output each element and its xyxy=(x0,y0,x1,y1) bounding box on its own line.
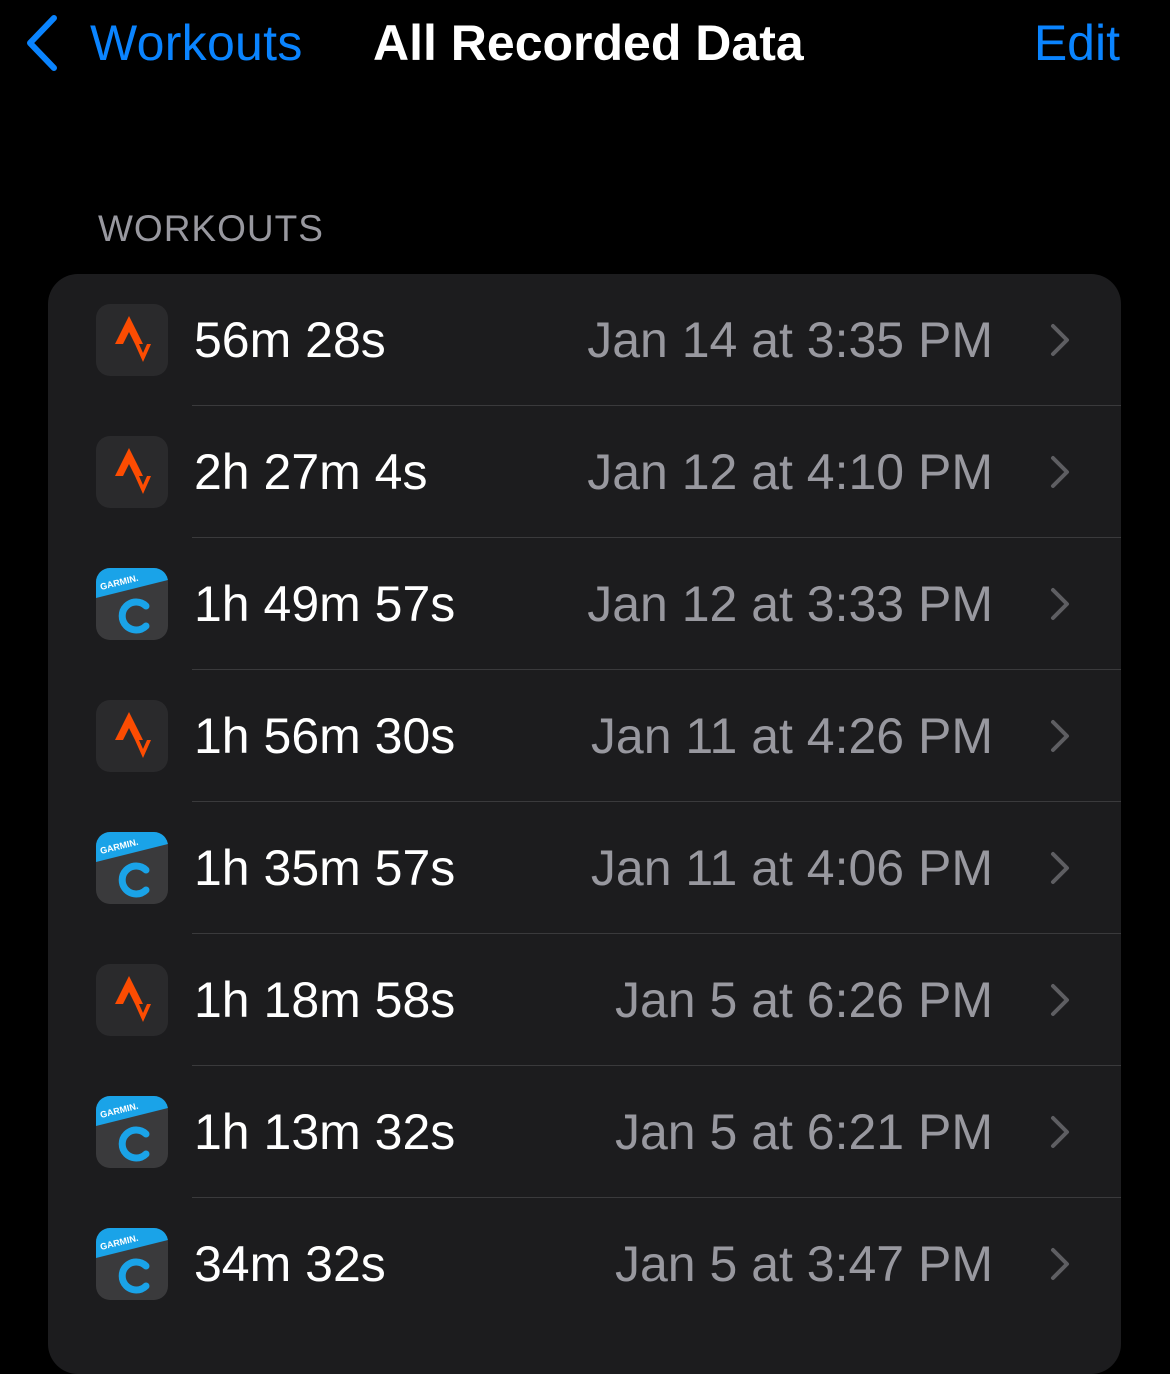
back-button[interactable]: Workouts xyxy=(24,10,303,76)
workout-duration: 2h 27m 4s xyxy=(194,444,428,500)
workout-date: Jan 5 at 6:21 PM xyxy=(614,1104,993,1160)
back-button-label: Workouts xyxy=(90,15,303,71)
workout-date: Jan 12 at 4:10 PM xyxy=(587,444,993,500)
garmin-connect-icon: GARMIN. xyxy=(96,568,168,640)
chevron-left-icon xyxy=(24,14,60,72)
workout-duration: 1h 56m 30s xyxy=(194,708,456,764)
workout-date: Jan 5 at 6:26 PM xyxy=(614,972,993,1028)
strava-icon xyxy=(96,436,168,508)
strava-icon xyxy=(96,964,168,1036)
workout-row[interactable]: GARMIN. 34m 32s Jan 5 at 3:47 PM xyxy=(48,1198,1121,1330)
strava-icon xyxy=(96,304,168,376)
workout-row[interactable]: GARMIN. 1h 13m 32s Jan 5 at 6:21 PM xyxy=(48,1066,1121,1198)
navigation-bar: Workouts All Recorded Data Edit xyxy=(0,0,1170,90)
workout-duration: 56m 28s xyxy=(194,312,386,368)
garmin-connect-icon: GARMIN. xyxy=(96,1228,168,1300)
section-header: WORKOUTS xyxy=(98,208,324,249)
workout-duration: 1h 18m 58s xyxy=(194,972,456,1028)
workout-duration: 1h 13m 32s xyxy=(194,1104,456,1160)
strava-icon xyxy=(96,700,168,772)
workout-row[interactable]: 56m 28s Jan 14 at 3:35 PM xyxy=(48,274,1121,406)
chevron-right-icon xyxy=(1049,586,1073,622)
chevron-right-icon xyxy=(1049,1246,1073,1282)
chevron-right-icon xyxy=(1049,850,1073,886)
workout-date: Jan 14 at 3:35 PM xyxy=(587,312,993,368)
workout-row[interactable]: GARMIN. 1h 49m 57s Jan 12 at 3:33 PM xyxy=(48,538,1121,670)
workout-duration: 1h 35m 57s xyxy=(194,840,456,896)
workout-row[interactable]: 1h 56m 30s Jan 11 at 4:26 PM xyxy=(48,670,1121,802)
workout-row[interactable]: 2h 27m 4s Jan 12 at 4:10 PM xyxy=(48,406,1121,538)
workout-duration: 34m 32s xyxy=(194,1236,386,1292)
chevron-right-icon xyxy=(1049,718,1073,754)
workout-duration: 1h 49m 57s xyxy=(194,576,456,632)
workout-list: 56m 28s Jan 14 at 3:35 PM 2h 27m 4s Jan 12… xyxy=(48,274,1121,1374)
workout-date: Jan 5 at 3:47 PM xyxy=(614,1236,993,1292)
edit-button[interactable]: Edit xyxy=(1034,10,1120,76)
workout-date: Jan 12 at 3:33 PM xyxy=(587,576,993,632)
garmin-connect-icon: GARMIN. xyxy=(96,832,168,904)
chevron-right-icon xyxy=(1049,982,1073,1018)
workout-date: Jan 11 at 4:06 PM xyxy=(590,840,993,896)
chevron-right-icon xyxy=(1049,322,1073,358)
workout-row[interactable]: 1h 18m 58s Jan 5 at 6:26 PM xyxy=(48,934,1121,1066)
page-title: All Recorded Data xyxy=(373,15,804,71)
workout-row[interactable]: GARMIN. 1h 35m 57s Jan 11 at 4:06 PM xyxy=(48,802,1121,934)
garmin-connect-icon: GARMIN. xyxy=(96,1096,168,1168)
chevron-right-icon xyxy=(1049,454,1073,490)
chevron-right-icon xyxy=(1049,1114,1073,1150)
workout-date: Jan 11 at 4:26 PM xyxy=(590,708,993,764)
